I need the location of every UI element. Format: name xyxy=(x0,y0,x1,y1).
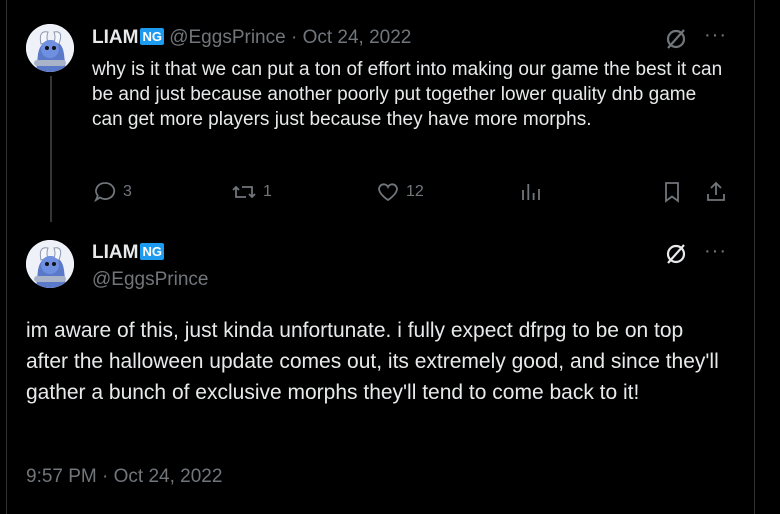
reply-icon xyxy=(93,180,117,204)
separator: · xyxy=(290,27,298,48)
bookmark-icon xyxy=(660,180,684,204)
reply-header-name: LIAM NG xyxy=(92,242,164,264)
author-name[interactable]: LIAM xyxy=(92,27,138,48)
reply-tweet-text: im aware of this, just kinda unfortunate… xyxy=(26,319,719,404)
grok-icon[interactable] xyxy=(664,27,688,51)
share-button[interactable] xyxy=(704,180,728,204)
more-icon[interactable]: ··· xyxy=(704,24,727,47)
tweet-date[interactable]: Oct 24, 2022 xyxy=(303,27,412,48)
affiliate-badge[interactable]: NG xyxy=(140,28,164,45)
reply-count: 3 xyxy=(123,183,132,200)
grok-icon[interactable] xyxy=(664,242,688,266)
tweet-timestamp[interactable]: 9:57 PM · Oct 24, 2022 xyxy=(26,466,222,488)
views-button[interactable] xyxy=(519,180,543,204)
avatar-image xyxy=(26,24,74,72)
bookmark-button[interactable] xyxy=(660,180,684,204)
right-frame-border xyxy=(754,0,755,514)
like-count: 12 xyxy=(406,183,424,200)
author-handle[interactable]: @EggsPrince xyxy=(169,27,285,48)
parent-header: LIAM NG @EggsPrince · Oct 24, 2022 xyxy=(92,27,411,49)
more-icon[interactable]: ··· xyxy=(704,240,727,263)
avatar-image xyxy=(26,240,74,288)
reply-button[interactable]: 3 xyxy=(93,180,132,204)
repost-button[interactable]: 1 xyxy=(231,180,272,204)
thread-connector-line xyxy=(50,76,52,222)
repost-count: 1 xyxy=(263,183,272,200)
repost-icon xyxy=(231,180,257,204)
share-icon xyxy=(704,180,728,204)
author-name[interactable]: LIAM xyxy=(92,242,138,263)
left-frame-border xyxy=(0,0,7,514)
like-button[interactable]: 12 xyxy=(376,180,424,204)
avatar[interactable] xyxy=(26,24,74,72)
analytics-icon xyxy=(519,180,543,204)
avatar[interactable] xyxy=(26,240,74,288)
affiliate-badge[interactable]: NG xyxy=(140,243,164,260)
author-handle[interactable]: @EggsPrince xyxy=(92,269,208,291)
heart-icon xyxy=(376,180,400,204)
parent-tweet-text: why is it that we can put a ton of effor… xyxy=(92,59,723,130)
